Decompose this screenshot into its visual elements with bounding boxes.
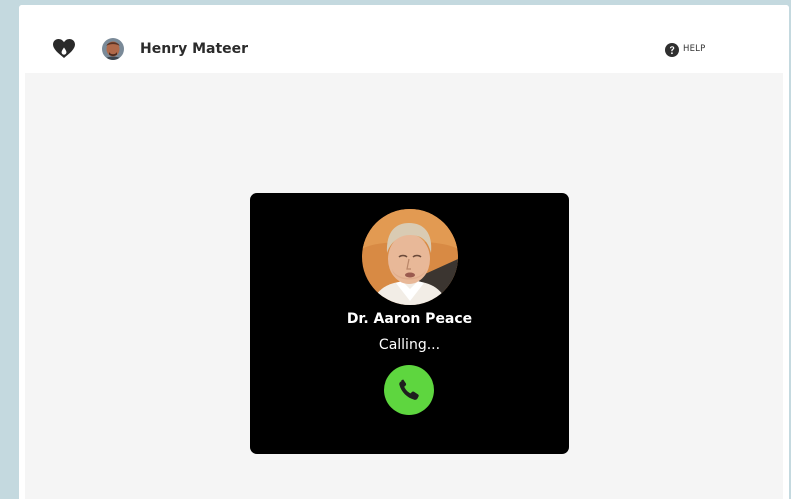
call-button[interactable] — [384, 365, 434, 415]
heart-drop-icon[interactable] — [53, 39, 75, 59]
call-status: Calling... — [378, 337, 441, 353]
user-name: Henry Mateer — [140, 41, 249, 57]
callee-name: Dr. Aaron Peace — [346, 311, 473, 327]
app-window: Henry Mateer HELP Dr. Aaron Peace Callin… — [19, 5, 789, 499]
help-label: HELP — [683, 44, 706, 54]
main-content: Dr. Aaron Peace Calling... — [25, 73, 783, 499]
top-bar: Henry Mateer HELP — [19, 5, 789, 73]
help-link[interactable]: HELP — [665, 40, 705, 58]
user-avatar[interactable] — [102, 38, 124, 60]
callee-avatar — [362, 209, 458, 305]
question-circle-icon — [665, 42, 679, 57]
call-card: Dr. Aaron Peace Calling... — [250, 193, 569, 454]
